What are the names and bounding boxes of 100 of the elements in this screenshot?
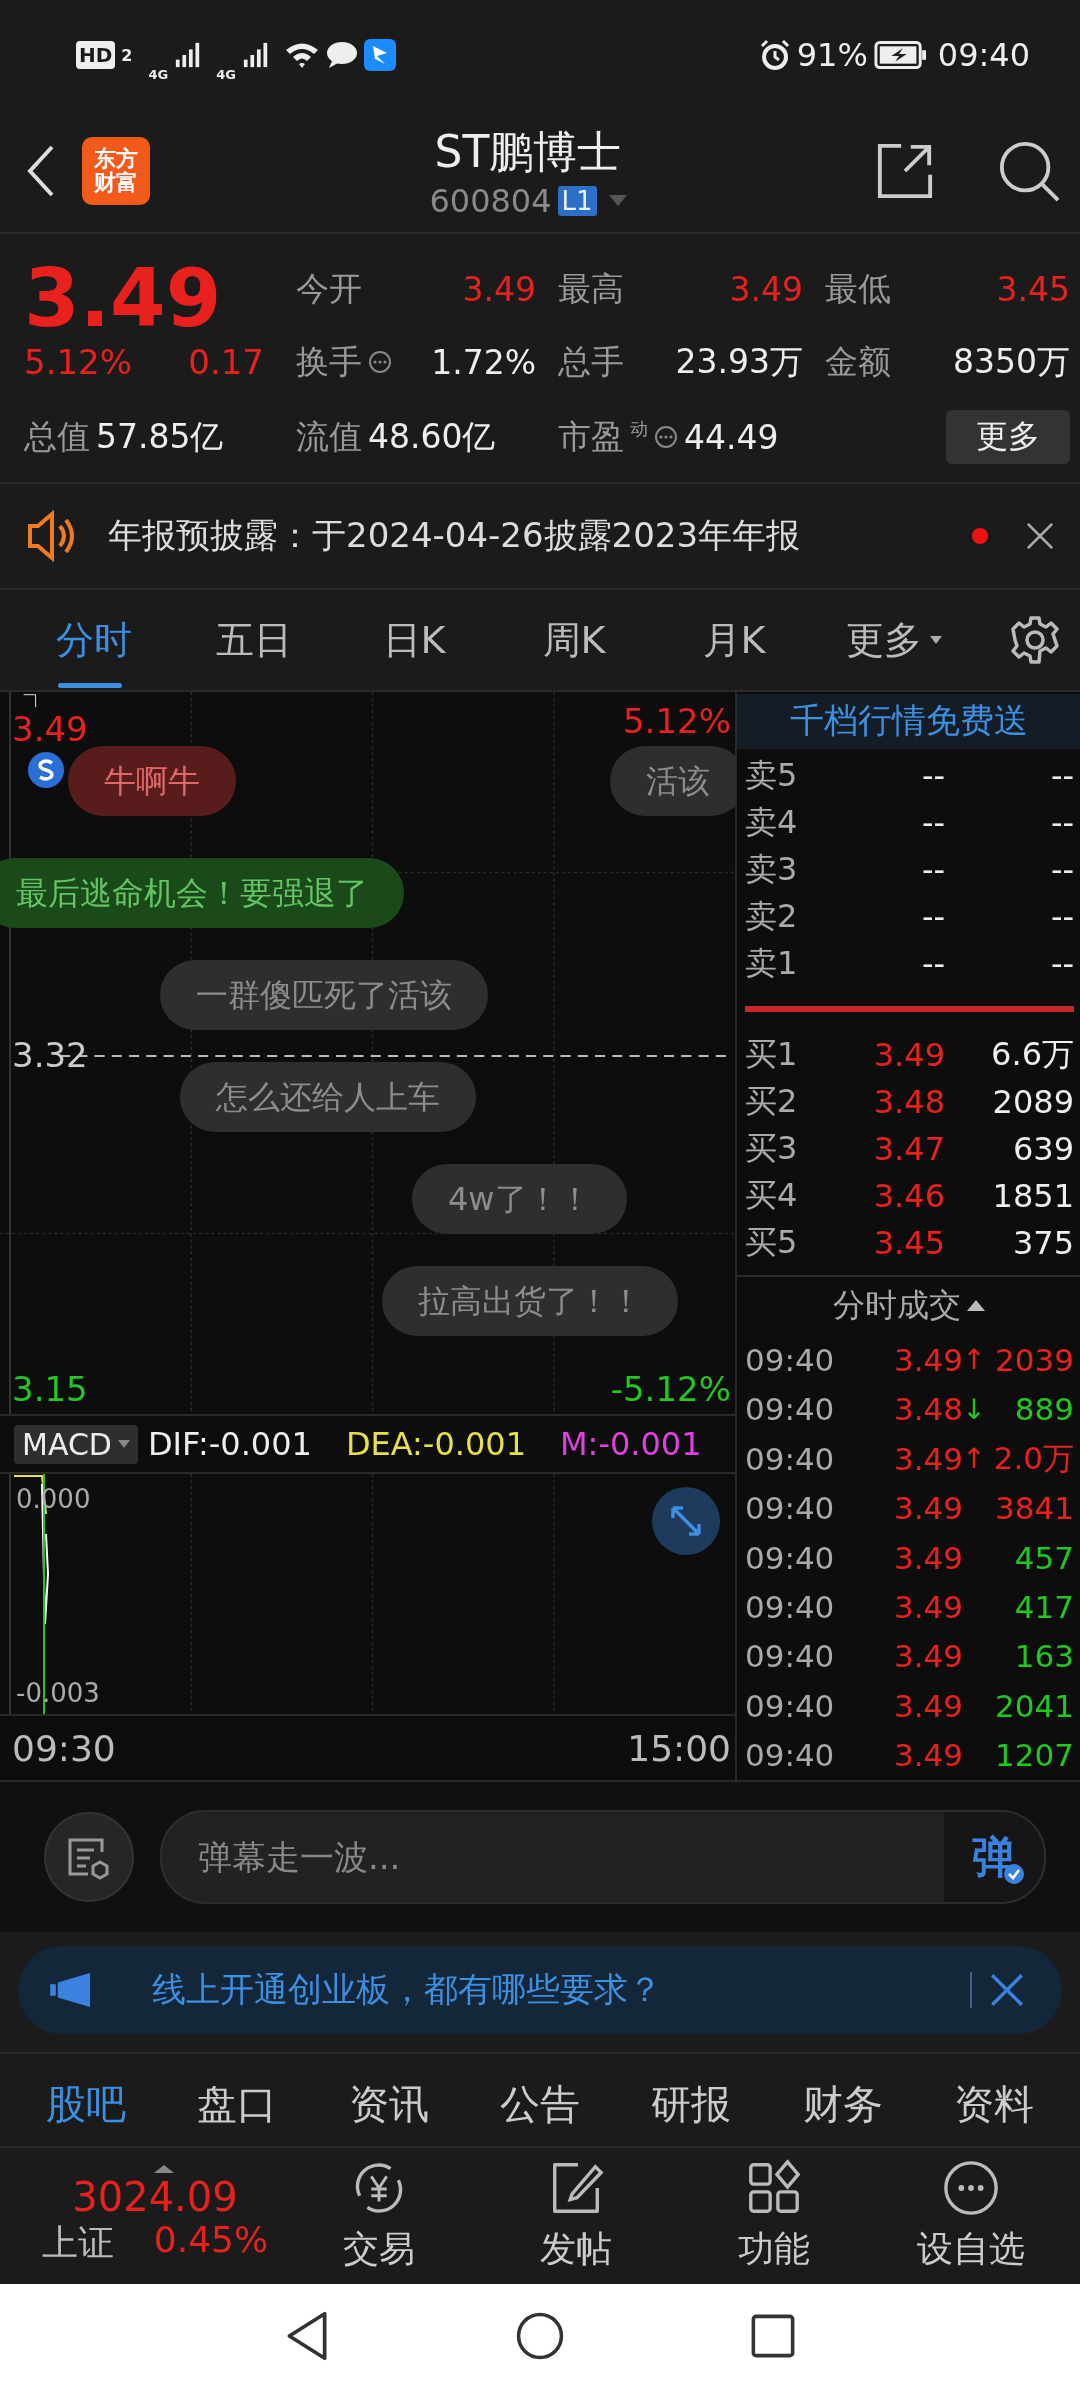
marker-badge-icon[interactable]	[26, 750, 66, 790]
section-tab[interactable]: 公告	[499, 2076, 580, 2132]
trade-time: 09:40	[745, 1737, 836, 1774]
danmaku-bubble: 4w了！！	[412, 1164, 627, 1234]
app-logo: 东方 财富	[82, 137, 150, 205]
trade-price: 3.49	[892, 1341, 963, 1378]
stat-value: 48.60亿	[368, 415, 496, 458]
battery-percent: 91%	[796, 36, 868, 74]
info-icon[interactable]	[654, 425, 678, 449]
ask-label: 卖5	[745, 755, 799, 797]
index-change: 0.45%	[153, 2218, 269, 2262]
nav-button[interactable]: 功能	[675, 2158, 873, 2274]
bid-price: 3.45	[872, 1224, 945, 1263]
level-badge: L1	[557, 185, 597, 216]
network-label: 4G	[148, 66, 169, 82]
chart-tab[interactable]: 五日	[174, 590, 334, 690]
stat-label: 市盈	[558, 415, 624, 458]
bid-price: 3.46	[872, 1177, 945, 1216]
trade-arrow: ↑	[962, 1343, 986, 1377]
chart-tab[interactable]: 周K	[494, 590, 654, 690]
section-tab[interactable]: 盘口	[197, 2076, 278, 2132]
back-icon[interactable]	[26, 143, 56, 199]
danmaku-bubble: 活该	[610, 746, 735, 816]
trade-price: 3.49	[892, 1440, 963, 1477]
bid-price: 3.47	[872, 1130, 945, 1169]
stat-value: 3.45	[996, 269, 1070, 309]
nav-button[interactable]: 交易	[280, 2158, 478, 2274]
danmaku-settings-icon[interactable]	[44, 1812, 134, 1902]
nav-button[interactable]: 发帖	[477, 2158, 675, 2274]
bid-label: 买3	[745, 1128, 799, 1170]
bid-label: 买4	[745, 1175, 799, 1217]
stat-value: 3.49	[729, 269, 803, 309]
expand-icon[interactable]	[651, 1486, 721, 1556]
clock: 09:40	[937, 36, 1030, 74]
stat-value: 8350万	[953, 340, 1070, 383]
hd-badge: HD	[76, 41, 116, 69]
stat-value: 1.72%	[431, 342, 536, 382]
battery-charging-icon	[873, 40, 926, 70]
chart-tab[interactable]: 更多	[814, 590, 974, 690]
chart-tab[interactable]: 月K	[654, 590, 814, 690]
trade-price: 3.49	[892, 1737, 963, 1774]
dea-value: DEA:-0.001	[345, 1425, 526, 1463]
app-icon	[363, 39, 396, 71]
bid-volume: 639	[1011, 1130, 1074, 1169]
trades-title[interactable]: 分时成交	[832, 1283, 961, 1328]
trade-price: 3.48	[892, 1391, 963, 1428]
bid-volume: 1851	[991, 1177, 1074, 1216]
share-icon[interactable]	[876, 142, 934, 200]
chart-tab[interactable]: 分时	[14, 590, 174, 690]
change-percent: 5.12%	[24, 342, 132, 382]
stat-value: 23.93万	[675, 340, 803, 383]
ask-volume: --	[1049, 898, 1074, 937]
ask-price: --	[920, 945, 945, 984]
trade-time: 09:40	[745, 1638, 836, 1675]
axis-label: 5.12%	[623, 704, 731, 738]
ask-label: 卖3	[745, 849, 799, 891]
nav-button[interactable]: 设自选	[872, 2158, 1070, 2274]
stat-value: 57.85亿	[96, 415, 224, 458]
chart-tab[interactable]: 日K	[334, 590, 494, 690]
banner-text[interactable]: 线上开通创业板，都有哪些要求？	[152, 1967, 970, 2013]
settings-icon[interactable]	[1010, 615, 1060, 665]
home-icon[interactable]	[515, 2310, 565, 2362]
network-label: 4G	[216, 66, 236, 82]
time-label: 09:30	[12, 1727, 116, 1769]
info-icon[interactable]	[368, 350, 392, 374]
search-icon[interactable]	[998, 140, 1060, 202]
section-tab[interactable]: 股吧	[45, 2076, 126, 2132]
send-danmaku-button[interactable]: 弹	[944, 1812, 1044, 1902]
bid-volume: 2089	[991, 1083, 1074, 1122]
indicator-dropdown[interactable]: MACD	[14, 1424, 138, 1464]
stat-label: 最低	[825, 267, 891, 310]
section-tab[interactable]: 资讯	[348, 2076, 429, 2132]
index-name: 上证	[41, 2220, 114, 2265]
trade-volume: 2.0万	[992, 1438, 1074, 1478]
close-icon[interactable]	[990, 1973, 1024, 2007]
axis-label: 3.32	[12, 1038, 88, 1072]
notice-text[interactable]: 年报预披露：于2024-04-26披露2023年年报	[108, 513, 972, 559]
section-tab[interactable]: 研报	[651, 2076, 732, 2132]
section-tab[interactable]: 财务	[802, 2076, 883, 2132]
index-widget[interactable]: 3024.09 上证 0.45%	[30, 2164, 280, 2268]
section-tab[interactable]: 资料	[954, 2076, 1035, 2132]
stock-code: 600804	[429, 181, 552, 220]
bid-volume: 6.6万	[990, 1034, 1074, 1076]
danmaku-input[interactable]: 弹幕走一波... 弹	[160, 1810, 1046, 1904]
trade-arrow: ↑	[962, 1442, 986, 1476]
trade-arrow: ↓	[962, 1392, 986, 1426]
ask-volume: --	[1049, 945, 1074, 984]
bid-price: 3.48	[872, 1083, 945, 1122]
bid-price: 3.49	[872, 1036, 945, 1075]
ask-volume: --	[1049, 851, 1074, 890]
current-price: 3.49	[24, 259, 223, 339]
trade-price: 3.49	[892, 1687, 963, 1724]
trade-volume: 417	[1013, 1589, 1074, 1626]
index-value: 3024.09	[72, 2174, 238, 2219]
close-icon[interactable]	[1026, 522, 1054, 550]
promo-banner[interactable]: 线上开通创业板，都有哪些要求？	[18, 1946, 1062, 2034]
more-button[interactable]: 更多	[946, 410, 1070, 464]
trade-volume: 2041	[994, 1687, 1074, 1724]
promo-banner[interactable]: 千档行情免费送	[737, 694, 1080, 749]
trade-volume: 3841	[994, 1490, 1074, 1527]
